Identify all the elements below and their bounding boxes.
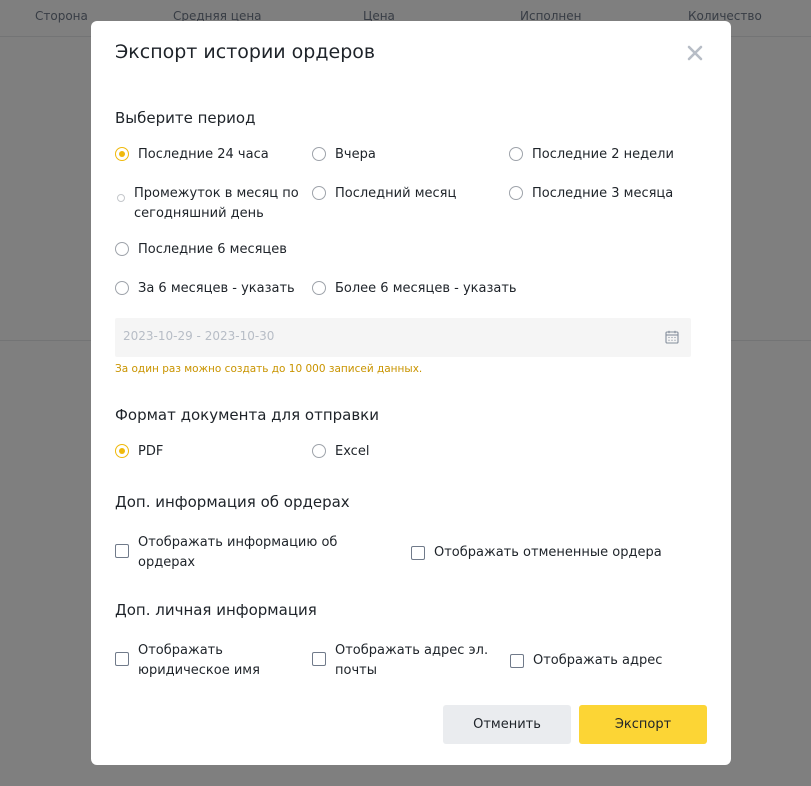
checkbox-option-cancelled-orders[interactable]: Отображать отмененные ордера xyxy=(411,543,662,563)
cancel-button[interactable]: Отменить xyxy=(443,705,571,744)
export-button[interactable]: Экспорт xyxy=(579,705,707,744)
records-limit-hint: За один раз можно создать до 10 000 запи… xyxy=(115,363,423,375)
personal-info-section-title: Доп. личная информация xyxy=(115,601,317,619)
option-label: Отображать информацию об ордерах xyxy=(138,535,338,570)
option-label: Excel xyxy=(335,444,370,459)
checkbox[interactable] xyxy=(115,544,129,558)
checkbox[interactable] xyxy=(411,546,425,560)
checkbox[interactable] xyxy=(510,654,524,668)
date-range-field[interactable]: 2023-10-29 - 2023-10-30 xyxy=(115,318,691,357)
checkbox[interactable] xyxy=(312,652,326,666)
radio[interactable] xyxy=(312,186,326,200)
option-label: Вчера xyxy=(335,147,376,162)
period-option-24h[interactable]: Последние 24 часа xyxy=(115,145,269,165)
radio[interactable] xyxy=(509,147,523,161)
radio[interactable] xyxy=(312,147,326,161)
option-label: Отображать юридическое имя xyxy=(138,643,260,678)
radio-selected[interactable] xyxy=(115,444,129,458)
option-label: Более 6 месяцев - указать xyxy=(335,281,517,296)
close-icon xyxy=(687,45,703,61)
radio-selected[interactable] xyxy=(115,147,129,161)
option-label: Промежуток в месяц по сегодняшний день xyxy=(134,186,299,221)
format-option-pdf[interactable]: PDF xyxy=(115,442,163,462)
checkbox-option-order-info[interactable]: Отображать информацию об ордерах xyxy=(115,533,355,573)
period-option-last-month[interactable]: Последний месяц xyxy=(312,184,456,204)
checkbox-option-email[interactable]: Отображать адрес эл. почты xyxy=(312,641,497,681)
period-option-6-months-custom[interactable]: За 6 месяцев - указать xyxy=(115,279,295,299)
checkbox[interactable] xyxy=(115,652,129,666)
radio[interactable] xyxy=(509,186,523,200)
calendar-icon[interactable] xyxy=(665,330,679,344)
option-label: Отображать адрес xyxy=(533,653,663,668)
checkbox-option-address[interactable]: Отображать адрес xyxy=(510,651,662,671)
order-info-section-title: Доп. информация об ордерах xyxy=(115,493,350,511)
period-option-3-months[interactable]: Последние 3 месяца xyxy=(509,184,673,204)
option-label: Последние 6 месяцев xyxy=(138,242,287,257)
option-label: PDF xyxy=(138,444,164,459)
close-button[interactable] xyxy=(684,42,706,64)
radio[interactable] xyxy=(115,242,129,256)
checkbox-option-legal-name[interactable]: Отображать юридическое имя xyxy=(115,641,265,681)
option-label: Отображать отмененные ордера xyxy=(434,545,662,560)
date-range-placeholder: 2023-10-29 - 2023-10-30 xyxy=(123,329,275,343)
option-label: Отображать адрес эл. почты xyxy=(335,643,489,678)
option-label: За 6 месяцев - указать xyxy=(138,281,295,296)
export-order-history-dialog: Экспорт истории ордеров Выберите период … xyxy=(91,21,731,765)
period-option-month-to-date[interactable]: Промежуток в месяц по сегодняшний день xyxy=(115,184,305,224)
period-option-over-6-months-custom[interactable]: Более 6 месяцев - указать xyxy=(312,279,517,299)
dialog-title: Экспорт истории ордеров xyxy=(115,41,376,63)
period-option-yesterday[interactable]: Вчера xyxy=(312,145,376,165)
period-option-2-weeks[interactable]: Последние 2 недели xyxy=(509,145,674,165)
format-option-excel[interactable]: Excel xyxy=(312,442,369,462)
radio[interactable] xyxy=(115,281,129,295)
option-label: Последние 2 недели xyxy=(532,147,674,162)
option-label: Последний месяц xyxy=(335,186,457,201)
radio[interactable] xyxy=(312,281,326,295)
period-section-title: Выберите период xyxy=(115,109,256,127)
radio-disabled[interactable] xyxy=(117,194,125,202)
radio[interactable] xyxy=(312,444,326,458)
period-option-6-months[interactable]: Последние 6 месяцев xyxy=(115,240,287,260)
option-label: Последние 24 часа xyxy=(138,147,269,162)
option-label: Последние 3 месяца xyxy=(532,186,674,201)
format-section-title: Формат документа для отправки xyxy=(115,406,379,424)
